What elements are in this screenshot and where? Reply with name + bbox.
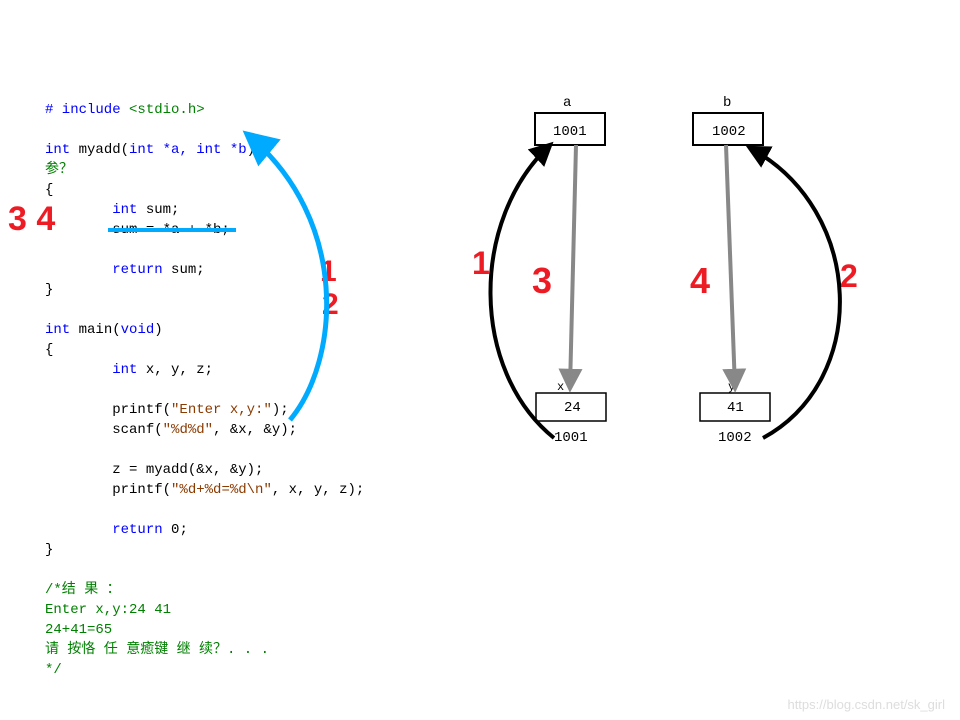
fn-name: myadd( [70, 142, 129, 158]
anno-d2: 2 [840, 258, 858, 295]
stdio-h: <stdio.h> [129, 102, 205, 118]
label-b: b [723, 95, 731, 111]
z-call: z = myadd(&x, &y); [112, 462, 263, 478]
scanf-a: scanf( [112, 422, 162, 438]
fn-params: int *a, int *b [129, 142, 247, 158]
lbrace2: { [45, 342, 53, 358]
printf1-a: printf( [112, 402, 171, 418]
scanf-b: , &x, &y); [213, 422, 297, 438]
grey-arrow-4 [726, 145, 735, 388]
ret-kw: return [112, 262, 162, 278]
grey-arrow-3 [570, 145, 576, 388]
label-x: x [557, 380, 564, 394]
fn-int: int [45, 142, 70, 158]
printf1-b: ); [272, 402, 289, 418]
intsum-kw: int [112, 202, 137, 218]
box-x-val: 24 [564, 400, 581, 416]
main-name: main( [70, 322, 120, 338]
ret-rest: sum; [163, 262, 205, 278]
ret0-rest: 0; [163, 522, 188, 538]
xyz-rest: x, y, z; [137, 362, 213, 378]
printf2-b: , x, y, z); [272, 482, 364, 498]
res-l2: 24+41=65 [45, 622, 112, 638]
x-addr: 1001 [554, 430, 588, 446]
code-block: # include <stdio.h> int myadd(int *a, in… [45, 80, 364, 680]
box-b-val: 1002 [712, 124, 746, 140]
anno-2-curve: 2 [322, 288, 339, 322]
intsum-rest: sum; [137, 202, 179, 218]
include-kw: # include [45, 102, 129, 118]
fn-close: ) [247, 142, 255, 158]
anno-d4: 4 [690, 260, 710, 302]
res-l1: Enter x,y:24 41 [45, 602, 171, 618]
printf2-a: printf( [112, 482, 171, 498]
xyz-kw: int [112, 362, 137, 378]
printf1-s: "Enter x,y:" [171, 402, 272, 418]
rbrace2: } [45, 542, 53, 558]
printf2-s: "%d+%d=%d\n" [171, 482, 272, 498]
main-void: void [121, 322, 155, 338]
main-close: ) [154, 322, 162, 338]
anno-d3: 3 [532, 260, 552, 302]
lbrace1: { [45, 182, 53, 198]
box-a-val: 1001 [553, 124, 587, 140]
res-l3: 请 按恪 任 意癒键 继 续？. . . [45, 642, 269, 658]
label-a: a [563, 95, 571, 111]
param-note: 参？ [45, 162, 73, 178]
anno-1-curve: 1 [320, 255, 337, 289]
ret0-kw: return [112, 522, 162, 538]
anno-34: 3 4 [8, 200, 55, 239]
box-y-val: 41 [727, 400, 744, 416]
black-arrow-2 [750, 148, 840, 438]
rbrace1: } [45, 282, 53, 298]
watermark: https://blog.csdn.net/sk_girl [787, 697, 945, 712]
scanf-s: "%d%d" [163, 422, 213, 438]
res-close: */ [45, 662, 62, 678]
main-int: int [45, 322, 70, 338]
anno-d1: 1 [472, 245, 490, 282]
sum-underline [108, 228, 236, 232]
y-addr: 1002 [718, 430, 752, 446]
res-hdr: /*结 果 ： [45, 582, 121, 598]
label-y: y [728, 380, 735, 394]
